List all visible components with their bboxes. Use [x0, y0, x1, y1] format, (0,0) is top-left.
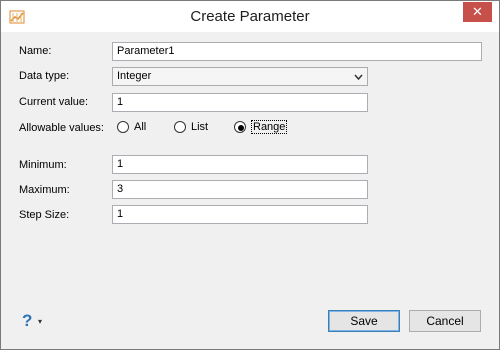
dropdown-arrow-icon: ▾	[38, 317, 43, 326]
name-input[interactable]: Parameter1	[112, 42, 482, 61]
window-title: Create Parameter	[190, 8, 310, 25]
radio-circle	[117, 121, 129, 133]
allowable-values-radio-group: All List Range	[117, 120, 367, 136]
title-bar: Create Parameter ✕	[1, 1, 499, 32]
cancel-button[interactable]: Cancel	[409, 310, 481, 332]
radio-circle-selected	[234, 121, 246, 133]
radio-all-label: All	[134, 121, 147, 133]
radio-circle	[174, 121, 186, 133]
step-size-label: Step Size:	[19, 209, 70, 221]
data-type-value: Integer	[117, 70, 152, 82]
dialog-body: Name: Parameter1 Data type: Integer Curr…	[1, 32, 499, 349]
minimum-label: Minimum:	[19, 159, 67, 171]
current-value-input[interactable]: 1	[112, 93, 368, 112]
help-icon: ?	[22, 311, 33, 330]
allowable-values-label: Allowable values:	[19, 122, 104, 134]
data-type-select[interactable]: Integer	[112, 67, 368, 86]
radio-list-label: List	[191, 121, 209, 133]
create-parameter-dialog: Create Parameter ✕ Name: Parameter1 Data…	[0, 0, 500, 350]
close-button[interactable]: ✕	[463, 2, 492, 22]
step-size-input[interactable]: 1	[112, 205, 368, 224]
name-label: Name:	[19, 45, 52, 57]
radio-range-label: Range	[251, 120, 288, 134]
data-type-label: Data type:	[19, 70, 70, 82]
chevron-down-icon	[354, 68, 363, 90]
current-value-label: Current value:	[19, 96, 89, 108]
radio-selected-dot	[238, 125, 244, 131]
minimum-input[interactable]: 1	[112, 155, 368, 174]
maximum-input[interactable]: 3	[112, 180, 368, 199]
maximum-label: Maximum:	[19, 184, 70, 196]
help-button[interactable]: ? ▾	[22, 311, 52, 331]
save-button[interactable]: Save	[328, 310, 400, 332]
